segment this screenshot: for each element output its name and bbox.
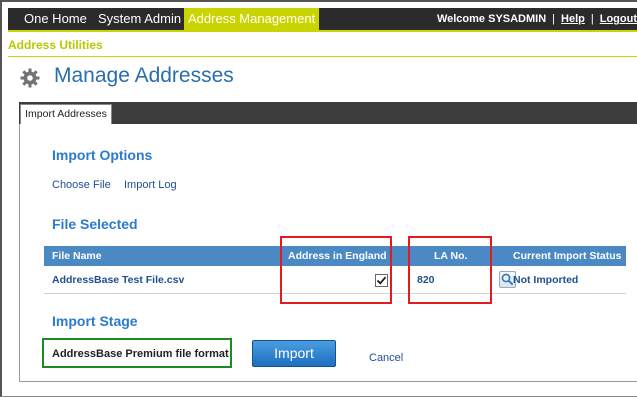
- nav-address-management[interactable]: Address Management: [184, 8, 320, 30]
- nav-one-home[interactable]: One Home: [24, 8, 87, 30]
- tab-strip: Import Addresses: [19, 102, 637, 124]
- import-status-cell: Not Imported: [513, 274, 579, 286]
- highlight-address-in-england: [280, 236, 392, 304]
- address-utilities-label: Address Utilities: [8, 38, 103, 52]
- choose-file-link[interactable]: Choose File: [52, 179, 111, 191]
- highlight-la-no: [408, 236, 492, 304]
- account-area: Welcome SYSADMIN | Help | Logout: [437, 8, 637, 30]
- logout-link[interactable]: Logout: [600, 13, 637, 25]
- file-selected-heading: File Selected: [52, 216, 138, 232]
- tab-import-addresses[interactable]: Import Addresses: [20, 104, 112, 124]
- divider: [8, 56, 637, 57]
- welcome-text: Welcome SYSADMIN: [436, 13, 547, 25]
- import-options-heading: Import Options: [52, 147, 153, 163]
- column-header-file-name: File Name: [52, 250, 102, 262]
- file-name-cell: AddressBase Test File.csv: [52, 274, 185, 286]
- cancel-link[interactable]: Cancel: [369, 352, 403, 364]
- gear-icon: [20, 68, 40, 88]
- column-header-import-status: Current Import Status: [513, 250, 622, 262]
- help-link[interactable]: Help: [561, 13, 585, 25]
- separator: |: [552, 13, 556, 25]
- page-title: Manage Addresses: [54, 64, 234, 87]
- top-nav-bar: One Home System Admin Address Management…: [8, 8, 637, 32]
- import-log-link[interactable]: Import Log: [124, 179, 177, 191]
- import-stage-heading: Import Stage: [52, 313, 138, 329]
- nav-system-admin[interactable]: System Admin: [98, 8, 181, 30]
- separator: |: [590, 13, 594, 25]
- file-format-label: AddressBase Premium file format: [52, 348, 229, 360]
- import-button[interactable]: Import: [252, 340, 336, 367]
